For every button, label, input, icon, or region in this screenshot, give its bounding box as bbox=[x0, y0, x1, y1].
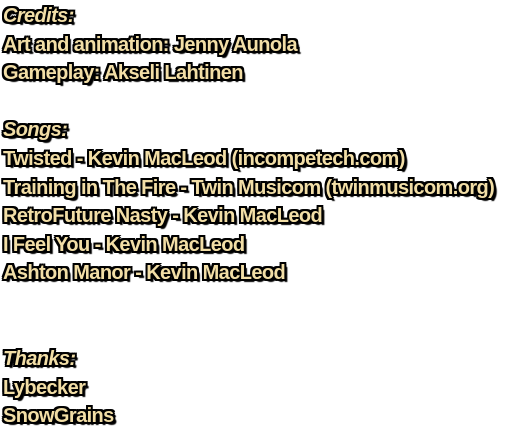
songs-heading: Songs: bbox=[3, 119, 68, 142]
song-item: Ashton Manor - Kevin MacLeod bbox=[3, 262, 286, 285]
song-item: Training in The Fire - Twin Musicom (twi… bbox=[3, 176, 495, 199]
song-item: Twisted - Kevin MacLeod (incompetech.com… bbox=[3, 147, 405, 170]
song-item: I Feel You - Kevin MacLeod bbox=[3, 233, 245, 256]
credit-art: Art and animation: Jenny Aunola bbox=[3, 33, 298, 56]
thanks-item: SnowGrains bbox=[3, 405, 114, 428]
song-item: RetroFuture Nasty - Kevin MacLeod bbox=[3, 205, 323, 228]
thanks-item: Lybecker bbox=[3, 376, 86, 399]
credit-gameplay: Gameplay: Akseli Lahtinen bbox=[3, 62, 244, 85]
credits-screen: Credits: Art and animation: Jenny Aunola… bbox=[0, 0, 522, 430]
credits-heading: Credits: bbox=[3, 5, 74, 27]
thanks-heading: Thanks: bbox=[3, 348, 76, 371]
